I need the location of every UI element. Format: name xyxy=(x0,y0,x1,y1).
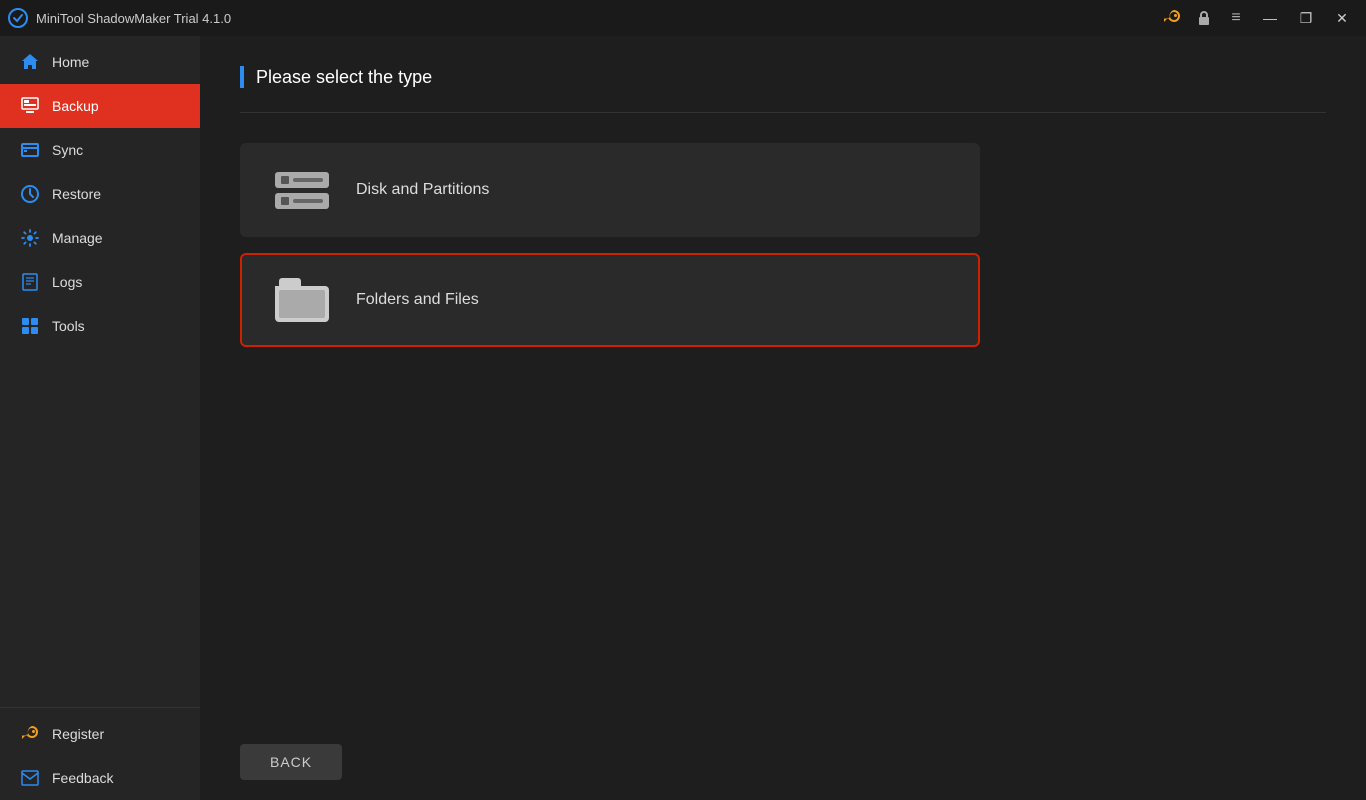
sidebar-label-restore: Restore xyxy=(52,186,101,202)
menu-icon[interactable]: ≡ xyxy=(1222,4,1250,32)
folders-files-card[interactable]: Folders and Files xyxy=(240,253,980,347)
disk-partitions-card[interactable]: Disk and Partitions xyxy=(240,143,980,237)
tools-icon xyxy=(20,316,40,336)
sidebar-item-feedback[interactable]: Feedback xyxy=(0,756,200,800)
back-button[interactable]: BACK xyxy=(240,744,342,780)
sidebar-item-tools[interactable]: Tools xyxy=(0,304,200,348)
section-title-bar xyxy=(240,66,244,88)
sidebar-bottom: Register Feedback xyxy=(0,707,200,800)
sidebar-label-backup: Backup xyxy=(52,98,99,114)
sidebar-item-home[interactable]: Home xyxy=(0,40,200,84)
logs-icon xyxy=(20,272,40,292)
sidebar-item-logs[interactable]: Logs xyxy=(0,260,200,304)
app-logo xyxy=(8,8,28,28)
disk-icon xyxy=(272,165,332,215)
folder-icon xyxy=(272,275,332,325)
sidebar-label-sync: Sync xyxy=(52,142,83,158)
close-button[interactable]: ✕ xyxy=(1326,4,1358,32)
sidebar-item-backup[interactable]: Backup xyxy=(0,84,200,128)
sidebar-label-tools: Tools xyxy=(52,318,85,334)
lock-icon[interactable] xyxy=(1190,4,1218,32)
sidebar-label-manage: Manage xyxy=(52,230,103,246)
sidebar-item-manage[interactable]: Manage xyxy=(0,216,200,260)
home-icon xyxy=(20,52,40,72)
restore-button[interactable]: ❐ xyxy=(1290,4,1322,32)
sidebar-item-register[interactable]: Register xyxy=(0,712,200,756)
register-key-icon xyxy=(20,724,40,744)
content-area: Please select the type Disk and Partitio… xyxy=(200,36,1366,800)
section-divider xyxy=(240,112,1326,113)
folders-files-label: Folders and Files xyxy=(356,291,479,309)
minimize-button[interactable]: — xyxy=(1254,4,1286,32)
restore-icon xyxy=(20,184,40,204)
main-layout: Home Backup Syn xyxy=(0,36,1366,800)
sidebar-item-restore[interactable]: Restore xyxy=(0,172,200,216)
feedback-mail-icon xyxy=(20,768,40,788)
section-title-container: Please select the type xyxy=(240,66,1326,88)
manage-icon xyxy=(20,228,40,248)
app-title: MiniTool ShadowMaker Trial 4.1.0 xyxy=(36,11,1158,26)
sidebar: Home Backup Syn xyxy=(0,36,200,800)
titlebar: MiniTool ShadowMaker Trial 4.1.0 ≡ — ❐ ✕ xyxy=(0,0,1366,36)
sidebar-label-register: Register xyxy=(52,726,104,742)
sidebar-label-logs: Logs xyxy=(52,274,82,290)
section-title: Please select the type xyxy=(256,67,432,88)
title-controls: ≡ — ❐ ✕ xyxy=(1158,4,1358,32)
sync-icon xyxy=(20,140,40,160)
sidebar-label-feedback: Feedback xyxy=(52,770,113,786)
backup-icon xyxy=(20,96,40,116)
sidebar-label-home: Home xyxy=(52,54,89,70)
sidebar-item-sync[interactable]: Sync xyxy=(0,128,200,172)
disk-partitions-label: Disk and Partitions xyxy=(356,181,489,199)
key-icon[interactable] xyxy=(1158,4,1186,32)
